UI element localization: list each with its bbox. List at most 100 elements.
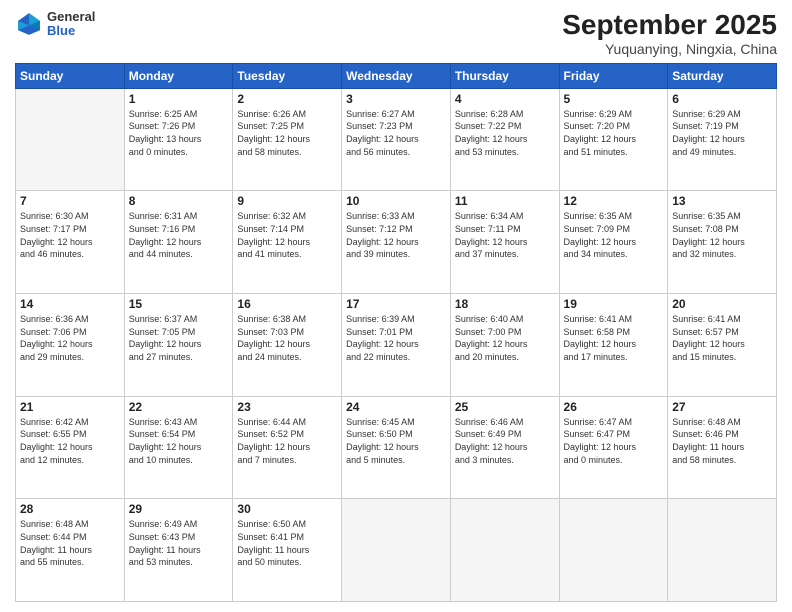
day-info: Sunrise: 6:28 AMSunset: 7:22 PMDaylight:… [455, 108, 555, 158]
day-number: 7 [20, 194, 120, 208]
day-number: 12 [564, 194, 664, 208]
day-cell: 19 Sunrise: 6:41 AMSunset: 6:58 PMDayligh… [559, 294, 668, 397]
day-info: Sunrise: 6:41 AMSunset: 6:58 PMDaylight:… [564, 313, 664, 363]
day-cell: 4 Sunrise: 6:28 AMSunset: 7:22 PMDaylight… [450, 88, 559, 191]
day-number: 30 [237, 502, 337, 516]
week-row-2: 7 Sunrise: 6:30 AMSunset: 7:17 PMDaylight… [16, 191, 777, 294]
day-header-monday: Monday [124, 63, 233, 88]
day-number: 20 [672, 297, 772, 311]
day-cell: 2 Sunrise: 6:26 AMSunset: 7:25 PMDaylight… [233, 88, 342, 191]
day-cell: 17 Sunrise: 6:39 AMSunset: 7:01 PMDayligh… [342, 294, 451, 397]
day-number: 27 [672, 400, 772, 414]
logo-line1: General [47, 10, 95, 24]
day-cell [16, 88, 125, 191]
day-number: 21 [20, 400, 120, 414]
title-block: September 2025 Yuquanying, Ningxia, Chin… [562, 10, 777, 57]
day-cell: 14 Sunrise: 6:36 AMSunset: 7:06 PMDayligh… [16, 294, 125, 397]
day-number: 10 [346, 194, 446, 208]
day-number: 4 [455, 92, 555, 106]
day-header-sunday: Sunday [16, 63, 125, 88]
day-number: 17 [346, 297, 446, 311]
day-number: 23 [237, 400, 337, 414]
day-cell: 22 Sunrise: 6:43 AMSunset: 6:54 PMDayligh… [124, 396, 233, 499]
day-number: 18 [455, 297, 555, 311]
calendar-title: September 2025 [562, 10, 777, 41]
day-cell: 12 Sunrise: 6:35 AMSunset: 7:09 PMDayligh… [559, 191, 668, 294]
day-info: Sunrise: 6:30 AMSunset: 7:17 PMDaylight:… [20, 210, 120, 260]
day-info: Sunrise: 6:48 AMSunset: 6:44 PMDaylight:… [20, 518, 120, 568]
day-number: 16 [237, 297, 337, 311]
day-info: Sunrise: 6:29 AMSunset: 7:19 PMDaylight:… [672, 108, 772, 158]
day-info: Sunrise: 6:38 AMSunset: 7:03 PMDaylight:… [237, 313, 337, 363]
calendar-table: SundayMondayTuesdayWednesdayThursdayFrid… [15, 63, 777, 602]
day-info: Sunrise: 6:36 AMSunset: 7:06 PMDaylight:… [20, 313, 120, 363]
day-cell [450, 499, 559, 602]
day-cell: 11 Sunrise: 6:34 AMSunset: 7:11 PMDayligh… [450, 191, 559, 294]
day-number: 29 [129, 502, 229, 516]
day-cell [342, 499, 451, 602]
day-info: Sunrise: 6:27 AMSunset: 7:23 PMDaylight:… [346, 108, 446, 158]
day-number: 15 [129, 297, 229, 311]
day-cell: 16 Sunrise: 6:38 AMSunset: 7:03 PMDayligh… [233, 294, 342, 397]
day-number: 13 [672, 194, 772, 208]
day-info: Sunrise: 6:34 AMSunset: 7:11 PMDaylight:… [455, 210, 555, 260]
day-cell: 3Sunrise: 6:27 AMSunset: 7:23 PMDaylight… [342, 88, 451, 191]
day-number: 22 [129, 400, 229, 414]
day-cell [668, 499, 777, 602]
day-cell: 20 Sunrise: 6:41 AMSunset: 6:57 PMDayligh… [668, 294, 777, 397]
page: General Blue September 2025 Yuquanying, … [0, 0, 792, 612]
logo-line2: Blue [47, 24, 95, 38]
day-cell: 8Sunrise: 6:31 AMSunset: 7:16 PMDaylight… [124, 191, 233, 294]
logo: General Blue [15, 10, 95, 39]
day-number: 26 [564, 400, 664, 414]
week-row-4: 21 Sunrise: 6:42 AMSunset: 6:55 PMDayligh… [16, 396, 777, 499]
day-info: Sunrise: 6:49 AMSunset: 6:43 PMDaylight:… [129, 518, 229, 568]
day-info: Sunrise: 6:42 AMSunset: 6:55 PMDaylight:… [20, 416, 120, 466]
day-cell: 15 Sunrise: 6:37 AMSunset: 7:05 PMDayligh… [124, 294, 233, 397]
day-number: 5 [564, 92, 664, 106]
day-info: Sunrise: 6:35 AMSunset: 7:09 PMDaylight:… [564, 210, 664, 260]
day-number: 19 [564, 297, 664, 311]
logo-icon [15, 10, 43, 38]
day-info: Sunrise: 6:47 AMSunset: 6:47 PMDaylight:… [564, 416, 664, 466]
day-info: Sunrise: 6:39 AMSunset: 7:01 PMDaylight:… [346, 313, 446, 363]
day-info: Sunrise: 6:41 AMSunset: 6:57 PMDaylight:… [672, 313, 772, 363]
days-header-row: SundayMondayTuesdayWednesdayThursdayFrid… [16, 63, 777, 88]
day-info: Sunrise: 6:25 AMSunset: 7:26 PMDaylight:… [129, 108, 229, 158]
day-cell: 23Sunrise: 6:44 AMSunset: 6:52 PMDayligh… [233, 396, 342, 499]
day-number: 9 [237, 194, 337, 208]
calendar-header: SundayMondayTuesdayWednesdayThursdayFrid… [16, 63, 777, 88]
day-number: 14 [20, 297, 120, 311]
day-cell: 7 Sunrise: 6:30 AMSunset: 7:17 PMDaylight… [16, 191, 125, 294]
day-number: 2 [237, 92, 337, 106]
day-info: Sunrise: 6:26 AMSunset: 7:25 PMDaylight:… [237, 108, 337, 158]
logo-text: General Blue [47, 10, 95, 39]
day-cell: 13Sunrise: 6:35 AMSunset: 7:08 PMDayligh… [668, 191, 777, 294]
day-header-saturday: Saturday [668, 63, 777, 88]
day-cell: 21 Sunrise: 6:42 AMSunset: 6:55 PMDayligh… [16, 396, 125, 499]
calendar-subtitle: Yuquanying, Ningxia, China [562, 41, 777, 57]
day-info: Sunrise: 6:40 AMSunset: 7:00 PMDaylight:… [455, 313, 555, 363]
day-number: 8 [129, 194, 229, 208]
header: General Blue September 2025 Yuquanying, … [15, 10, 777, 57]
day-info: Sunrise: 6:46 AMSunset: 6:49 PMDaylight:… [455, 416, 555, 466]
day-info: Sunrise: 6:45 AMSunset: 6:50 PMDaylight:… [346, 416, 446, 466]
day-info: Sunrise: 6:48 AMSunset: 6:46 PMDaylight:… [672, 416, 772, 466]
day-header-friday: Friday [559, 63, 668, 88]
day-cell: 29 Sunrise: 6:49 AMSunset: 6:43 PMDayligh… [124, 499, 233, 602]
calendar-body: 1Sunrise: 6:25 AMSunset: 7:26 PMDaylight… [16, 88, 777, 601]
day-cell: 25Sunrise: 6:46 AMSunset: 6:49 PMDayligh… [450, 396, 559, 499]
day-info: Sunrise: 6:32 AMSunset: 7:14 PMDaylight:… [237, 210, 337, 260]
day-header-wednesday: Wednesday [342, 63, 451, 88]
day-info: Sunrise: 6:37 AMSunset: 7:05 PMDaylight:… [129, 313, 229, 363]
day-number: 24 [346, 400, 446, 414]
day-cell: 9 Sunrise: 6:32 AMSunset: 7:14 PMDaylight… [233, 191, 342, 294]
day-cell: 30Sunrise: 6:50 AMSunset: 6:41 PMDayligh… [233, 499, 342, 602]
day-cell: 27 Sunrise: 6:48 AMSunset: 6:46 PMDayligh… [668, 396, 777, 499]
week-row-3: 14 Sunrise: 6:36 AMSunset: 7:06 PMDayligh… [16, 294, 777, 397]
day-info: Sunrise: 6:43 AMSunset: 6:54 PMDaylight:… [129, 416, 229, 466]
day-header-thursday: Thursday [450, 63, 559, 88]
week-row-1: 1Sunrise: 6:25 AMSunset: 7:26 PMDaylight… [16, 88, 777, 191]
day-number: 11 [455, 194, 555, 208]
day-cell [559, 499, 668, 602]
